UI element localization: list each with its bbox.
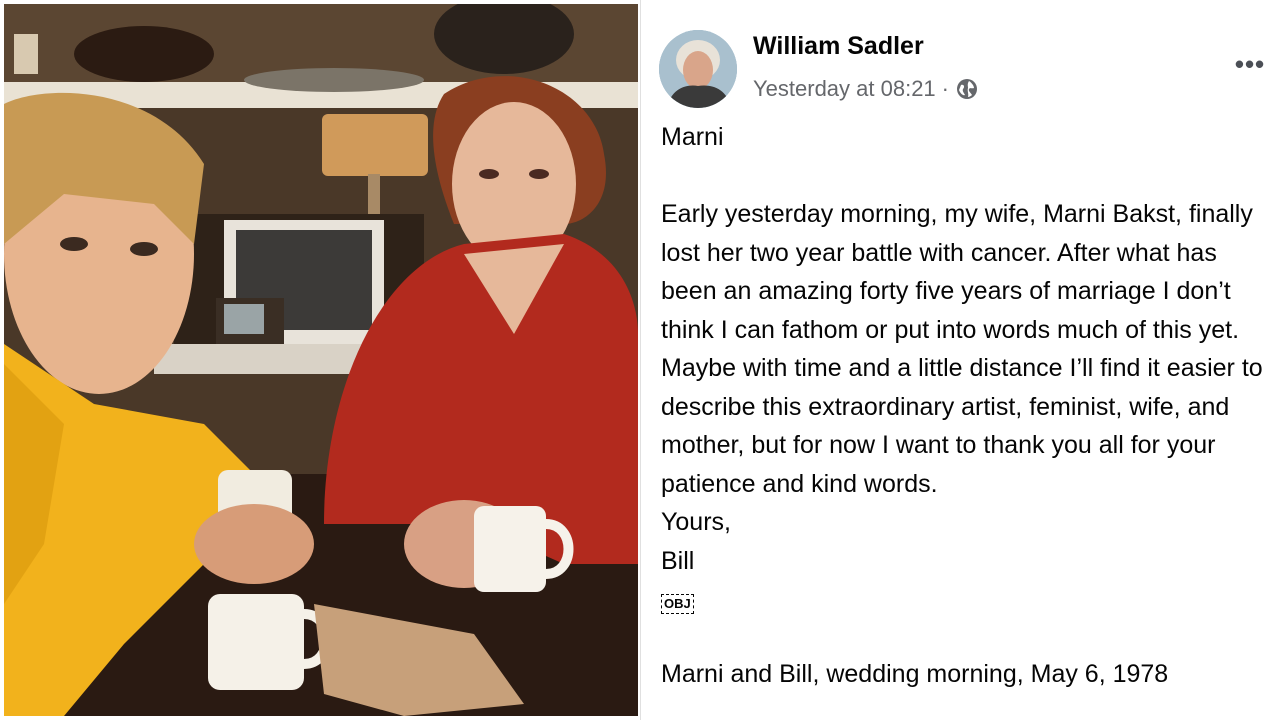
avatar-image — [659, 30, 737, 108]
post-timestamp[interactable]: Yesterday at 08:21 — [753, 76, 936, 102]
post-photo[interactable] — [4, 4, 638, 716]
post-closing: Yours, — [661, 508, 731, 536]
meta-separator: · — [941, 76, 949, 101]
globe-icon — [955, 77, 979, 101]
author-name[interactable]: William Sadler — [753, 32, 924, 61]
more-options-button[interactable]: ••• — [1230, 50, 1270, 78]
photo-couple-image — [4, 4, 638, 716]
post-title: Marni — [661, 123, 724, 151]
photo-caption: Marni and Bill, wedding morning, May 6, … — [661, 660, 1169, 688]
obj-placeholder-badge: OBJ — [661, 593, 694, 614]
post-body: Marni Early yesterday morning, my wife, … — [661, 118, 1273, 619]
post-meta: Yesterday at 08:21 · — [753, 74, 979, 104]
post-signature: Bill — [661, 546, 695, 575]
avatar[interactable] — [659, 30, 737, 108]
post-paragraph: Early yesterday morning, my wife, Marni … — [661, 200, 1263, 498]
post-panel: William Sadler Yesterday at 08:21 · ••• … — [640, 0, 1280, 720]
